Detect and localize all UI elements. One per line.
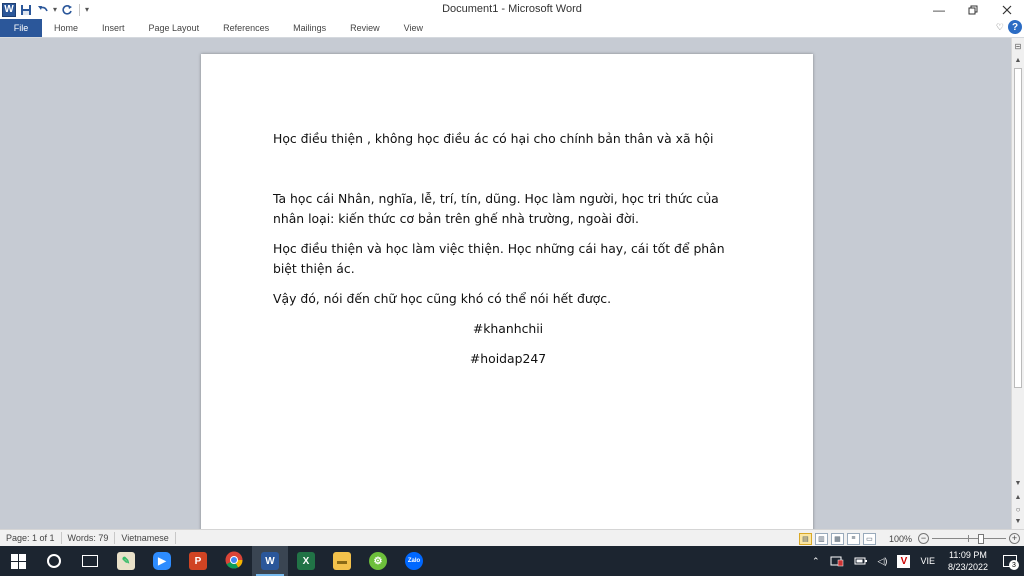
word-icon: W xyxy=(261,552,279,570)
qat-separator xyxy=(79,3,81,16)
notification-center-button[interactable]: 3 xyxy=(996,546,1024,576)
taskbar-app-paint[interactable]: ✎ xyxy=(108,546,144,576)
task-view-button[interactable] xyxy=(72,546,108,576)
task-view-icon xyxy=(82,555,98,567)
empty-paragraph xyxy=(273,159,743,179)
scroll-up-icon[interactable]: ▲ xyxy=(1013,55,1023,65)
expand-ribbon-icon[interactable]: ♡ xyxy=(996,22,1004,33)
zoom-level[interactable]: 100% xyxy=(889,534,912,544)
word-count[interactable]: Words: 79 xyxy=(62,532,116,544)
draft-icon[interactable]: ▭ xyxy=(862,532,876,545)
ribbon-right-controls: ♡ ? xyxy=(996,20,1022,34)
clock-date: 8/23/2022 xyxy=(947,562,988,572)
taskbar-app-word[interactable]: W xyxy=(252,546,288,576)
paragraph: Học điều thiện , không học điều ác có hạ… xyxy=(273,131,714,146)
powerpoint-icon: P xyxy=(189,552,207,570)
browse-object-icon[interactable]: ○ xyxy=(1013,504,1023,514)
document-area: Học điều thiện , không học điều ác có hạ… xyxy=(0,38,1011,529)
page-count[interactable]: Page: 1 of 1 xyxy=(0,532,62,544)
unikey-icon[interactable]: V xyxy=(892,546,915,576)
window-controls: — xyxy=(922,0,1024,19)
redo-icon[interactable] xyxy=(60,3,74,17)
ribbon-tabs: File Home Insert Page Layout References … xyxy=(0,19,1024,38)
word-icon[interactable]: W xyxy=(2,2,16,17)
paint-icon: ✎ xyxy=(117,552,135,570)
tab-page-layout[interactable]: Page Layout xyxy=(137,19,212,37)
paragraph: Vậy đó, nói đến chữ học cũng khó có thể … xyxy=(273,291,612,306)
quick-access-toolbar: W ▾ ▾ xyxy=(0,0,89,19)
excel-icon: X xyxy=(297,552,315,570)
chrome-icon xyxy=(225,551,243,572)
vertical-scrollbar[interactable]: ⊟ ▲ ▼ ▲ ○ ▼ xyxy=(1011,38,1024,529)
taskbar-app-file-explorer[interactable]: ▬ xyxy=(324,546,360,576)
input-language[interactable]: VIE xyxy=(915,546,940,576)
restore-button[interactable] xyxy=(956,0,990,19)
undo-dropdown-icon[interactable]: ▾ xyxy=(53,5,57,14)
taskbar-app-zoom[interactable]: ▶ xyxy=(144,546,180,576)
close-button[interactable] xyxy=(990,0,1024,19)
volume-icon[interactable]: ◁) xyxy=(873,546,893,576)
start-button[interactable] xyxy=(0,546,36,576)
zoom-in-button[interactable]: + xyxy=(1009,533,1020,544)
tab-references[interactable]: References xyxy=(211,19,281,37)
full-screen-reading-icon[interactable]: ▥ xyxy=(814,532,828,545)
ruler-toggle-icon[interactable]: ⊟ xyxy=(1013,40,1023,52)
search-button[interactable] xyxy=(36,546,72,576)
scroll-thumb[interactable] xyxy=(1014,68,1022,388)
print-layout-icon[interactable]: ▤ xyxy=(798,532,812,545)
outline-icon[interactable]: ≡ xyxy=(846,532,860,545)
start-icon xyxy=(10,553,26,569)
taskbar: ✎ ▶ P W X ▬ ⚙ Zalo ⌃ ◁) V VIE 11:09 PM 8… xyxy=(0,546,1024,576)
clock-time: 11:09 PM xyxy=(949,550,987,560)
system-tray: ⌃ ◁) V VIE 11:09 PM 8/23/2022 3 xyxy=(807,546,1024,576)
battery-icon[interactable] xyxy=(849,546,873,576)
web-layout-icon[interactable]: ▦ xyxy=(830,532,844,545)
taskbar-app-powerpoint[interactable]: P xyxy=(180,546,216,576)
hashtag-paragraph: #khanhchii xyxy=(472,321,544,336)
document-page[interactable]: Học điều thiện , không học điều ác có hạ… xyxy=(201,54,813,529)
zoom-slider-thumb[interactable] xyxy=(978,534,984,544)
search-icon xyxy=(47,554,61,568)
scroll-down-icon[interactable]: ▼ xyxy=(1013,478,1023,488)
document-body[interactable]: Học điều thiện , không học điều ác có hạ… xyxy=(273,129,743,379)
minimize-button[interactable]: — xyxy=(922,0,956,19)
taskbar-app-zalo[interactable]: Zalo xyxy=(396,546,432,576)
app-icon: ⚙ xyxy=(369,552,387,570)
taskbar-app-excel[interactable]: X xyxy=(288,546,324,576)
title-bar: W ▾ ▾ Document1 - Microsoft Word — xyxy=(0,0,1024,19)
hashtag-paragraph: #hoidap247 xyxy=(469,351,547,366)
tab-view[interactable]: View xyxy=(392,19,435,37)
taskbar-app-chrome[interactable] xyxy=(216,546,252,576)
zoom-icon: ▶ xyxy=(153,552,171,570)
notification-count-badge: 3 xyxy=(1009,560,1019,570)
status-bar: Page: 1 of 1 Words: 79 Vietnamese ▤ ▥ ▦ … xyxy=(0,529,1024,546)
tab-file[interactable]: File xyxy=(0,19,42,37)
previous-page-icon[interactable]: ▲ xyxy=(1013,492,1023,502)
window-title: Document1 - Microsoft Word xyxy=(442,3,582,15)
show-hidden-icons-icon[interactable]: ⌃ xyxy=(807,546,825,576)
paragraph: Ta học cái Nhân, nghĩa, lễ, trí, tín, dũ… xyxy=(273,191,719,226)
network-icon[interactable] xyxy=(825,546,849,576)
zalo-icon: Zalo xyxy=(405,552,423,570)
view-zoom-controls: ▤ ▥ ▦ ≡ ▭ 100% − + xyxy=(798,532,1020,545)
zoom-out-button[interactable]: − xyxy=(918,533,929,544)
paragraph: Học điều thiện và học làm việc thiện. Họ… xyxy=(273,241,725,276)
next-page-icon[interactable]: ▼ xyxy=(1013,516,1023,526)
zoom-center-mark xyxy=(968,535,969,542)
tab-home[interactable]: Home xyxy=(42,19,90,37)
zoom-slider[interactable] xyxy=(932,533,1006,544)
clock[interactable]: 11:09 PM 8/23/2022 xyxy=(940,549,996,573)
zoom-track-line xyxy=(932,538,1006,539)
tab-insert[interactable]: Insert xyxy=(90,19,137,37)
help-icon[interactable]: ? xyxy=(1008,20,1022,34)
file-explorer-icon: ▬ xyxy=(333,552,351,570)
tab-review[interactable]: Review xyxy=(338,19,392,37)
tab-mailings[interactable]: Mailings xyxy=(281,19,338,37)
language-indicator[interactable]: Vietnamese xyxy=(115,532,176,544)
customize-dropdown-icon[interactable]: ▾ xyxy=(85,5,89,14)
undo-icon[interactable] xyxy=(36,3,50,17)
save-icon[interactable] xyxy=(19,3,33,17)
taskbar-app-other[interactable]: ⚙ xyxy=(360,546,396,576)
